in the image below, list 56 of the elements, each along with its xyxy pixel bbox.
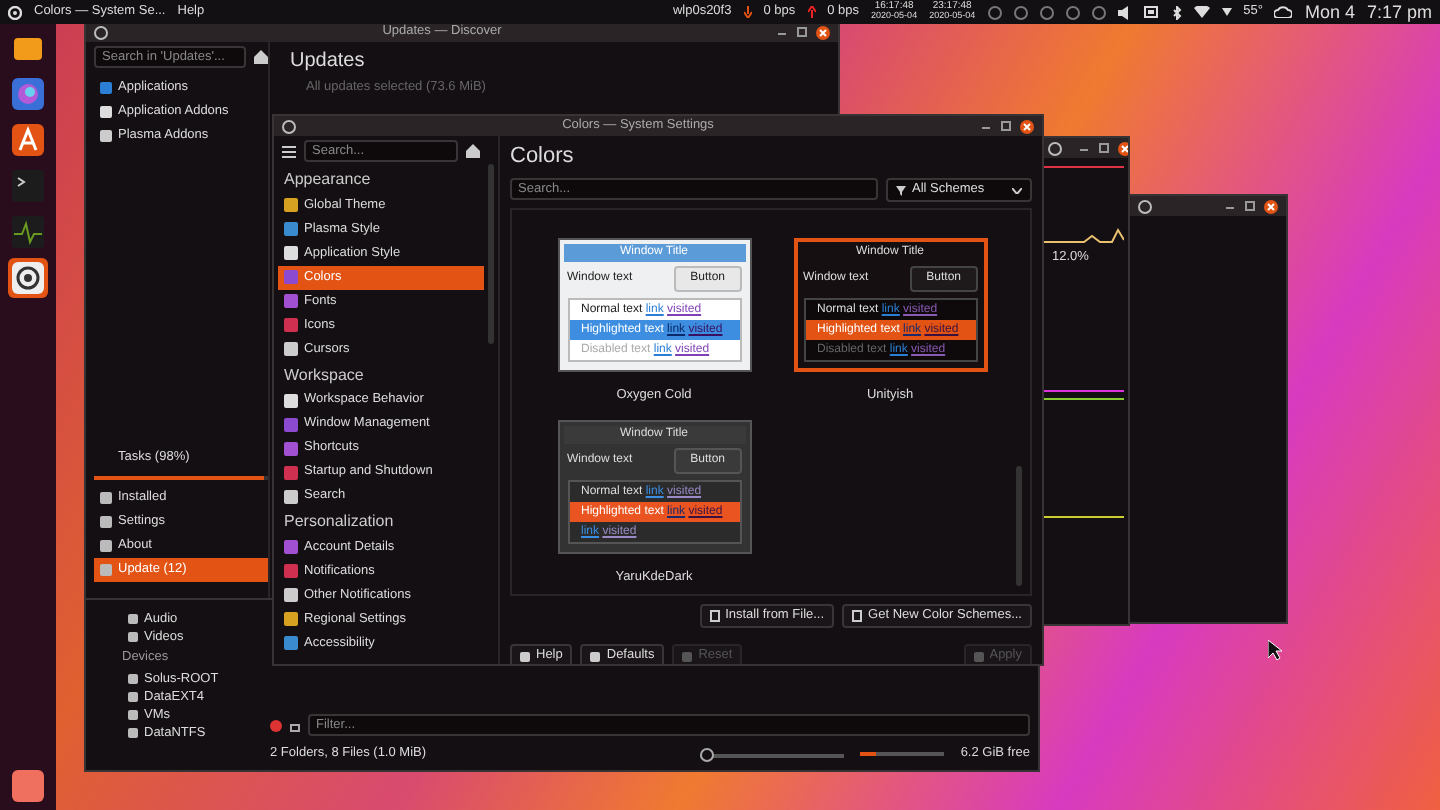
mouse-cursor-icon [1268,640,1282,660]
audio-icon[interactable] [1117,5,1132,19]
folder-icon [12,32,44,64]
close-icon[interactable] [816,25,830,39]
section-header: Personalization [282,510,396,535]
maximize-icon[interactable] [1244,200,1256,212]
battery-icon[interactable] [1143,6,1160,18]
swirl-icon [12,78,44,110]
app-icon [1048,141,1062,155]
activity-icon [12,216,44,248]
maximize-icon[interactable] [1000,120,1012,132]
section-header: Appearance [282,168,373,192]
close-icon[interactable] [1118,141,1128,155]
app-icon [282,119,296,133]
download-icon [743,6,752,18]
maximize-icon[interactable] [796,26,808,38]
cloud-icon [1274,6,1293,18]
caret-icon[interactable] [1221,8,1232,16]
file-icon [709,610,720,623]
terminal-icon [12,170,44,202]
video-icon [128,632,138,643]
download-icon [852,610,863,623]
button-icon [973,651,984,662]
close-icon[interactable] [1264,199,1278,213]
lock-icon[interactable] [290,719,300,732]
slider-thumb[interactable] [700,747,715,762]
home-icon[interactable] [466,144,480,158]
graph-drawing [1044,166,1124,246]
wifi-icon[interactable] [1193,6,1210,18]
button-icon [682,651,693,662]
page-title: Colors [510,144,576,171]
app-icon [94,25,108,39]
maximize-icon[interactable] [1098,142,1110,154]
date-label[interactable]: Mon 4 [1304,1,1355,23]
app-icon[interactable] [12,770,44,802]
filter-icon [896,185,906,196]
settings-icon [12,262,44,294]
section-header: Workspace [282,363,366,388]
dock-item[interactable] [8,120,48,160]
button-icon [590,651,601,662]
button-icon [520,651,530,662]
upload-icon [807,6,816,18]
caret-icon [1012,187,1022,194]
dock-item[interactable] [8,74,48,114]
store-icon [12,124,44,156]
bluetooth-icon[interactable] [1171,5,1182,19]
page-heading: Updates [290,50,367,74]
clock-label[interactable]: 7:17 pm [1366,1,1432,23]
graph-drawing [1044,389,1124,518]
settings-icon[interactable] [8,5,22,19]
home-icon[interactable] [254,50,268,64]
dock-item[interactable] [8,258,48,298]
music-icon [128,614,138,625]
menu-icon[interactable] [282,145,296,157]
close-icon[interactable] [1020,119,1034,133]
app-icon [1138,199,1152,213]
